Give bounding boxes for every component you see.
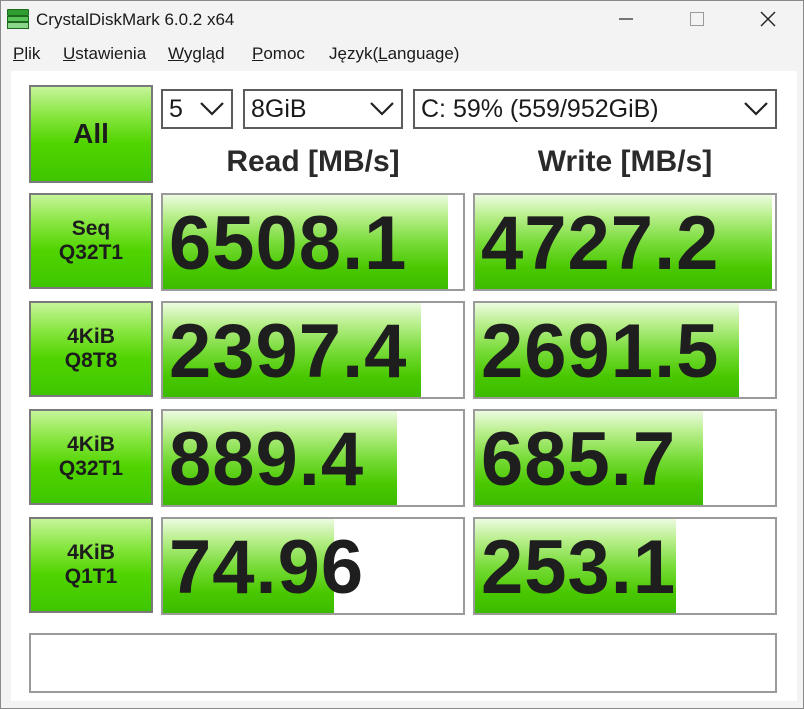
read-result-value: 2397.4: [169, 309, 408, 394]
test-label-line1: Seq: [71, 216, 111, 240]
drive-select[interactable]: C: 59% (559/952GiB): [413, 89, 777, 129]
main-panel: All 5 8GiB C: 59% (559/952GiB) Read [MB/…: [11, 71, 797, 701]
title-bar[interactable]: CrystalDiskMark 6.0.2 x64: [1, 1, 803, 37]
close-button[interactable]: [733, 1, 803, 37]
test-label-line2: Q8T8: [64, 349, 118, 372]
write-result-cell: 2691.5: [473, 301, 777, 399]
test-count-select[interactable]: 5: [161, 89, 233, 129]
read-result-value: 74.96: [169, 525, 365, 610]
test-label-line1: 4KiB: [67, 324, 115, 348]
maximize-icon: [690, 12, 704, 26]
read-result-value: 6508.1: [169, 201, 408, 286]
window-title: CrystalDiskMark 6.0.2 x64: [36, 10, 235, 29]
write-result-cell: 685.7: [473, 409, 777, 507]
4kib-q1t1-button[interactable]: 4KiB Q1T1: [29, 517, 153, 613]
write-result-value: 4727.2: [481, 201, 720, 286]
drive-value: C: 59% (559/952GiB): [421, 94, 659, 123]
test-label-line2: Q32T1: [58, 457, 124, 480]
write-result-value: 2691.5: [481, 309, 720, 394]
minimize-icon: [619, 18, 633, 20]
4kib-q8t8-button[interactable]: 4KiB Q8T8: [29, 301, 153, 397]
read-column-header: Read [MB/s]: [226, 145, 400, 178]
chevron-down-icon: [370, 102, 394, 116]
menu-file[interactable]: Plik: [13, 44, 40, 64]
maximize-button[interactable]: [662, 1, 732, 37]
minimize-button[interactable]: [591, 1, 661, 37]
test-size-select[interactable]: 8GiB: [243, 89, 403, 129]
read-result-cell: 889.4: [161, 409, 465, 507]
read-result-cell: 74.96: [161, 517, 465, 615]
4kib-q32t1-button[interactable]: 4KiB Q32T1: [29, 409, 153, 505]
test-label-line1: 4KiB: [67, 540, 115, 564]
close-icon: [760, 11, 776, 27]
write-result-cell: 253.1: [473, 517, 777, 615]
run-all-button[interactable]: All: [29, 85, 153, 183]
menu-help[interactable]: Pomoc: [252, 44, 305, 64]
app-disk-icon: [7, 9, 29, 29]
write-result-value: 685.7: [481, 417, 677, 502]
test-label-line2: Q32T1: [58, 241, 124, 264]
read-result-cell: 2397.4: [161, 301, 465, 399]
test-label-line2: Q1T1: [64, 565, 118, 588]
menu-bar: Plik Ustawienia Wygląd Pomoc Język(Langu…: [1, 40, 803, 66]
menu-settings[interactable]: Ustawienia: [63, 44, 146, 64]
chevron-down-icon: [200, 102, 224, 116]
read-result-cell: 6508.1: [161, 193, 465, 291]
test-size-value: 8GiB: [251, 94, 307, 123]
chevron-down-icon: [744, 102, 768, 116]
write-result-value: 253.1: [481, 525, 677, 610]
write-column-header: Write [MB/s]: [537, 145, 713, 178]
menu-language[interactable]: Język(Language): [329, 44, 459, 64]
comment-field[interactable]: [29, 633, 777, 693]
app-window: CrystalDiskMark 6.0.2 x64 Plik Ustawieni…: [0, 0, 804, 709]
seq-q32t1-button[interactable]: Seq Q32T1: [29, 193, 153, 289]
write-result-cell: 4727.2: [473, 193, 777, 291]
menu-theme[interactable]: Wygląd: [168, 44, 225, 64]
test-label-line1: 4KiB: [67, 432, 115, 456]
test-count-value: 5: [169, 94, 183, 123]
read-result-value: 889.4: [169, 417, 365, 502]
